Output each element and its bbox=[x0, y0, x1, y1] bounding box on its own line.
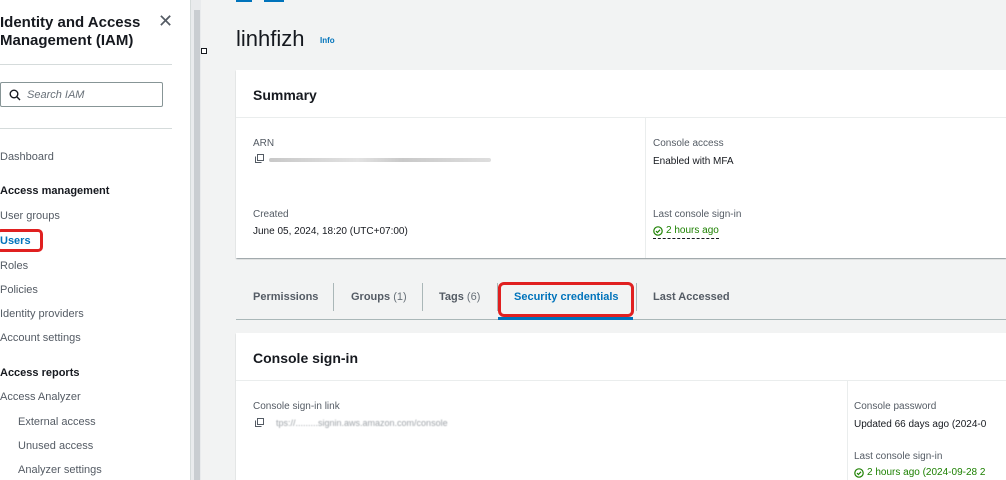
arn-label: ARN bbox=[253, 138, 275, 149]
console-password-label: Console password bbox=[854, 401, 937, 412]
created-label: Created bbox=[253, 209, 289, 220]
console-signin-title: Console sign-in bbox=[253, 350, 358, 366]
search-icon bbox=[9, 89, 21, 100]
last-signin-status[interactable]: 2 hours ago bbox=[653, 225, 719, 240]
copy-icon[interactable] bbox=[255, 418, 264, 427]
copy-icon[interactable] bbox=[255, 154, 264, 163]
divider bbox=[0, 128, 172, 129]
section-access-reports[interactable]: Access reports bbox=[0, 366, 80, 380]
section-access-management[interactable]: Access management bbox=[0, 184, 109, 198]
success-check-icon bbox=[854, 468, 864, 478]
summary-title: Summary bbox=[253, 87, 317, 103]
divider bbox=[645, 118, 646, 258]
sidebar-item-policies[interactable]: Policies bbox=[0, 283, 38, 297]
breadcrumb[interactable] bbox=[236, 0, 296, 2]
tab-separator bbox=[636, 283, 637, 311]
tab-last-accessed[interactable]: Last Accessed bbox=[653, 290, 730, 304]
info-link[interactable]: Info bbox=[320, 36, 335, 45]
console-access-value: Enabled with MFA bbox=[653, 156, 734, 167]
last-signin-label: Last console sign-in bbox=[854, 451, 943, 462]
sidebar-item-dashboard[interactable]: Dashboard bbox=[0, 150, 54, 164]
last-signin-status: 2 hours ago (2024-09-28 2 bbox=[854, 467, 985, 480]
sidebar-item-unused-access[interactable]: Unused access bbox=[18, 439, 93, 453]
page-title: linhfizh bbox=[236, 26, 305, 51]
active-tab-indicator bbox=[498, 317, 633, 320]
sidebar-item-analyzer-settings[interactable]: Analyzer settings bbox=[18, 463, 102, 477]
search-input[interactable] bbox=[27, 88, 157, 101]
divider bbox=[847, 381, 848, 480]
sidebar-item-external-access[interactable]: External access bbox=[18, 415, 96, 429]
success-check-icon bbox=[653, 226, 663, 236]
close-icon[interactable]: ✕ bbox=[158, 12, 173, 30]
last-signin-value: 2 hours ago bbox=[666, 225, 719, 236]
tab-tags[interactable]: Tags (6) bbox=[439, 290, 480, 304]
console-access-label: Console access bbox=[653, 138, 724, 149]
search-input-wrapper[interactable] bbox=[0, 82, 163, 107]
divider bbox=[0, 64, 172, 65]
tab-groups[interactable]: Groups (1) bbox=[351, 290, 407, 304]
sidebar-scrollbar-thumb[interactable] bbox=[194, 10, 200, 480]
sidebar-item-roles[interactable]: Roles bbox=[0, 259, 28, 273]
signin-link-label: Console sign-in link bbox=[253, 401, 340, 412]
sidebar-item-identity-providers[interactable]: Identity providers bbox=[0, 307, 84, 321]
arn-value-redacted bbox=[269, 158, 491, 162]
security-credentials-highlight-annotation bbox=[498, 282, 634, 317]
tab-permissions[interactable]: Permissions bbox=[253, 290, 318, 304]
tab-separator bbox=[333, 283, 334, 311]
sidebar-item-access-analyzer[interactable]: Access Analyzer bbox=[0, 390, 81, 404]
sidebar: Identity and Access Management (IAM) ✕ D… bbox=[0, 0, 191, 480]
created-value: June 05, 2024, 18:20 (UTC+07:00) bbox=[253, 226, 408, 237]
console-password-value: Updated 66 days ago (2024-0 bbox=[854, 419, 987, 430]
signin-link-value[interactable]: tps://.........signin.aws.amazon.com/con… bbox=[276, 417, 448, 429]
last-signin-label: Last console sign-in bbox=[653, 209, 742, 220]
console-signin-panel: Console sign-in Console sign-in link tps… bbox=[236, 333, 1006, 480]
last-signin-value: 2 hours ago (2024-09-28 2 bbox=[867, 467, 986, 478]
tab-separator bbox=[422, 283, 423, 311]
resize-handle[interactable] bbox=[201, 48, 207, 54]
sidebar-item-user-groups[interactable]: User groups bbox=[0, 209, 60, 223]
users-highlight-annotation bbox=[0, 229, 43, 252]
console-signin-header: Console sign-in bbox=[236, 333, 1006, 381]
sidebar-item-account-settings[interactable]: Account settings bbox=[0, 331, 81, 345]
sidebar-title[interactable]: Identity and Access Management (IAM) bbox=[0, 14, 150, 50]
summary-header: Summary bbox=[236, 70, 1006, 118]
summary-panel: Summary ARN Console access Enabled with … bbox=[236, 70, 1006, 258]
